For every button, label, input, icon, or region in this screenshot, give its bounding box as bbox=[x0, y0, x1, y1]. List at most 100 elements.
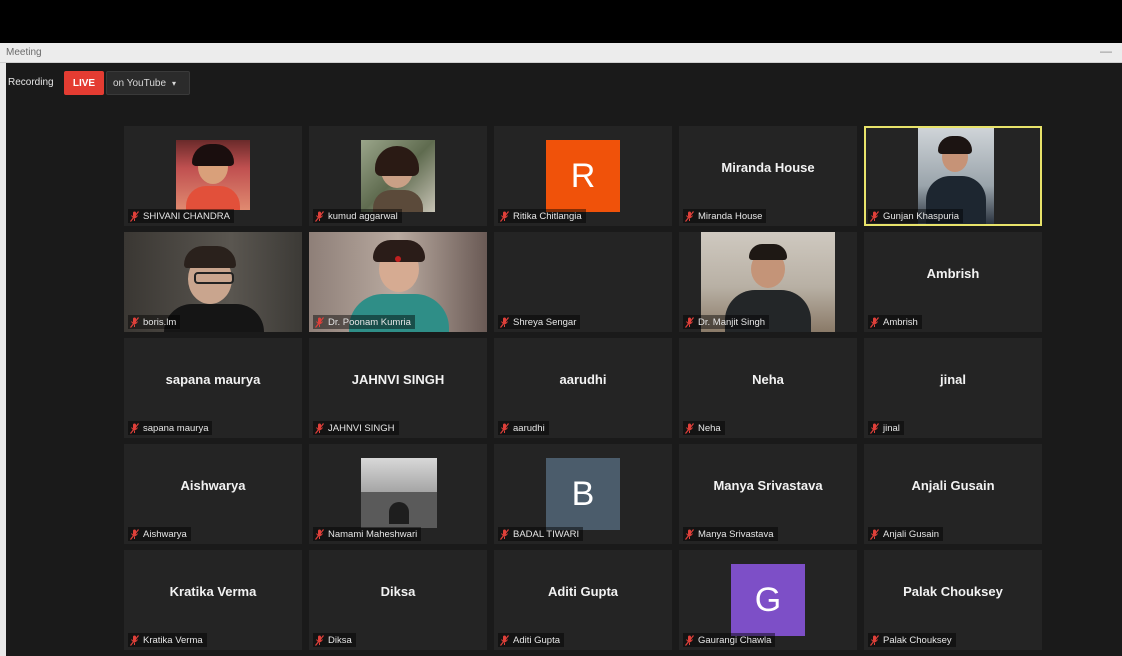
gallery-grid: SHIVANI CHANDRA kumud aggarwal R Ritika Chi… bbox=[124, 126, 1042, 656]
participant-name-label: BADAL TIWARI bbox=[498, 527, 584, 541]
participant-tile[interactable]: Ambrish Ambrish bbox=[864, 232, 1042, 332]
participant-tile[interactable]: kumud aggarwal bbox=[309, 126, 487, 226]
participant-tile[interactable]: sapana maurya sapana maurya bbox=[124, 338, 302, 438]
participant-name: Neha bbox=[698, 422, 721, 434]
participant-tile[interactable]: JAHNVI SINGH JAHNVI SINGH bbox=[309, 338, 487, 438]
participant-tile[interactable]: G Gaurangi Chawla bbox=[679, 550, 857, 650]
participant-name: jinal bbox=[883, 422, 900, 434]
participant-tile[interactable]: Namami Maheshwari bbox=[309, 444, 487, 544]
participant-name: Dr. Poonam Kumria bbox=[328, 316, 411, 328]
participant-tile[interactable]: Shreya Sengar bbox=[494, 232, 672, 332]
participant-tile[interactable]: Palak Chouksey Palak Chouksey bbox=[864, 550, 1042, 650]
participant-name-label: Dr. Poonam Kumria bbox=[313, 315, 415, 329]
participant-tile[interactable]: Manya Srivastava Manya Srivastava bbox=[679, 444, 857, 544]
muted-mic-icon bbox=[130, 528, 139, 540]
muted-mic-icon bbox=[315, 316, 324, 328]
chevron-down-icon: ▾ bbox=[172, 78, 177, 88]
participant-name: Gaurangi Chawla bbox=[698, 634, 772, 646]
participant-tile[interactable]: Neha Neha bbox=[679, 338, 857, 438]
muted-mic-icon bbox=[870, 316, 879, 328]
participant-tile[interactable]: Gunjan Khaspuria bbox=[864, 126, 1042, 226]
participant-name-label: Kratika Verma bbox=[128, 633, 207, 647]
participant-name: JAHNVI SINGH bbox=[328, 422, 395, 434]
participant-name: Shreya Sengar bbox=[513, 316, 577, 328]
participant-name: boris.lm bbox=[143, 316, 177, 328]
recording-label: Recording bbox=[8, 77, 54, 88]
muted-mic-icon bbox=[685, 528, 694, 540]
participant-name: Palak Chouksey bbox=[883, 634, 952, 646]
avatar: B bbox=[546, 458, 620, 530]
participant-display-name: Ambrish bbox=[926, 265, 980, 281]
participant-tile[interactable]: jinal jinal bbox=[864, 338, 1042, 438]
muted-mic-icon bbox=[500, 316, 509, 328]
participant-name-label: kumud aggarwal bbox=[313, 209, 402, 223]
live-badge[interactable]: LIVE bbox=[64, 71, 104, 95]
participant-name: Ritika Chitlangia bbox=[513, 210, 582, 222]
participant-tile[interactable]: aarudhi aarudhi bbox=[494, 338, 672, 438]
participant-display-name: Neha bbox=[752, 371, 784, 387]
muted-mic-icon bbox=[130, 210, 139, 222]
participant-tile[interactable]: Kratika Verma Kratika Verma bbox=[124, 550, 302, 650]
participant-name-label: Dr. Manjit Singh bbox=[683, 315, 770, 329]
muted-mic-icon bbox=[685, 422, 694, 434]
avatar: R bbox=[546, 140, 620, 212]
participant-display-name: JAHNVI SINGH bbox=[351, 371, 445, 387]
participant-video bbox=[361, 458, 437, 528]
muted-mic-icon bbox=[315, 634, 324, 646]
participant-name-label: JAHNVI SINGH bbox=[313, 421, 399, 435]
youtube-stream-button[interactable]: on YouTube ▾ bbox=[106, 71, 190, 95]
participant-name: Namami Maheshwari bbox=[328, 528, 418, 540]
muted-mic-icon bbox=[870, 422, 879, 434]
participant-name-label: Miranda House bbox=[683, 209, 767, 223]
participant-tile[interactable]: Miranda House Miranda House bbox=[679, 126, 857, 226]
participant-name-label: sapana maurya bbox=[128, 421, 213, 435]
participant-tile[interactable]: Anjali Gusain Anjali Gusain bbox=[864, 444, 1042, 544]
participant-name-label: boris.lm bbox=[128, 315, 181, 329]
muted-mic-icon bbox=[500, 422, 509, 434]
participant-name-label: Diksa bbox=[313, 633, 356, 647]
window-left-edge bbox=[0, 63, 6, 656]
participant-name-label: SHIVANI CHANDRA bbox=[128, 209, 234, 223]
muted-mic-icon bbox=[315, 210, 324, 222]
participant-name-label: Aditi Gupta bbox=[498, 633, 564, 647]
muted-mic-icon bbox=[130, 422, 139, 434]
muted-mic-icon bbox=[130, 316, 139, 328]
participant-photo bbox=[176, 140, 250, 210]
participant-name: sapana maurya bbox=[143, 422, 209, 434]
participant-display-name: Aishwarya bbox=[180, 477, 246, 493]
participant-tile[interactable]: B BADAL TIWARI bbox=[494, 444, 672, 544]
muted-mic-icon bbox=[685, 316, 694, 328]
participant-name-label: Ambrish bbox=[868, 315, 922, 329]
muted-mic-icon bbox=[870, 528, 879, 540]
participant-name-label: Anjali Gusain bbox=[868, 527, 943, 541]
youtube-stream-label: on YouTube bbox=[113, 77, 167, 89]
participant-name-label: jinal bbox=[868, 421, 904, 435]
participant-tile[interactable]: Dr. Poonam Kumria bbox=[309, 232, 487, 332]
participant-name: Anjali Gusain bbox=[883, 528, 939, 540]
participant-display-name: Kratika Verma bbox=[169, 583, 257, 599]
participant-tile[interactable]: Aditi Gupta Aditi Gupta bbox=[494, 550, 672, 650]
participant-name-label: Neha bbox=[683, 421, 725, 435]
participant-name-label: Manya Srivastava bbox=[683, 527, 778, 541]
participant-display-name: jinal bbox=[939, 371, 966, 387]
participant-display-name: Miranda House bbox=[721, 159, 815, 175]
participant-name: BADAL TIWARI bbox=[513, 528, 580, 540]
window-titlebar: Meeting — bbox=[0, 43, 1122, 63]
muted-mic-icon bbox=[500, 528, 509, 540]
participant-name: Aditi Gupta bbox=[513, 634, 560, 646]
participant-tile[interactable]: R Ritika Chitlangia bbox=[494, 126, 672, 226]
participant-display-name: Anjali Gusain bbox=[911, 477, 995, 493]
participant-name-label: Palak Chouksey bbox=[868, 633, 956, 647]
participant-tile[interactable]: Diksa Diksa bbox=[309, 550, 487, 650]
participant-tile[interactable]: Dr. Manjit Singh bbox=[679, 232, 857, 332]
participant-name: Diksa bbox=[328, 634, 352, 646]
participant-tile[interactable]: boris.lm bbox=[124, 232, 302, 332]
minimize-icon[interactable]: — bbox=[1100, 44, 1112, 58]
participant-tile[interactable]: Aishwarya Aishwarya bbox=[124, 444, 302, 544]
participant-tile[interactable]: SHIVANI CHANDRA bbox=[124, 126, 302, 226]
participant-name: Ambrish bbox=[883, 316, 918, 328]
participant-display-name: Palak Chouksey bbox=[903, 583, 1003, 599]
participant-name-label: Namami Maheshwari bbox=[313, 527, 422, 541]
participant-name: aarudhi bbox=[513, 422, 545, 434]
muted-mic-icon bbox=[870, 634, 879, 646]
